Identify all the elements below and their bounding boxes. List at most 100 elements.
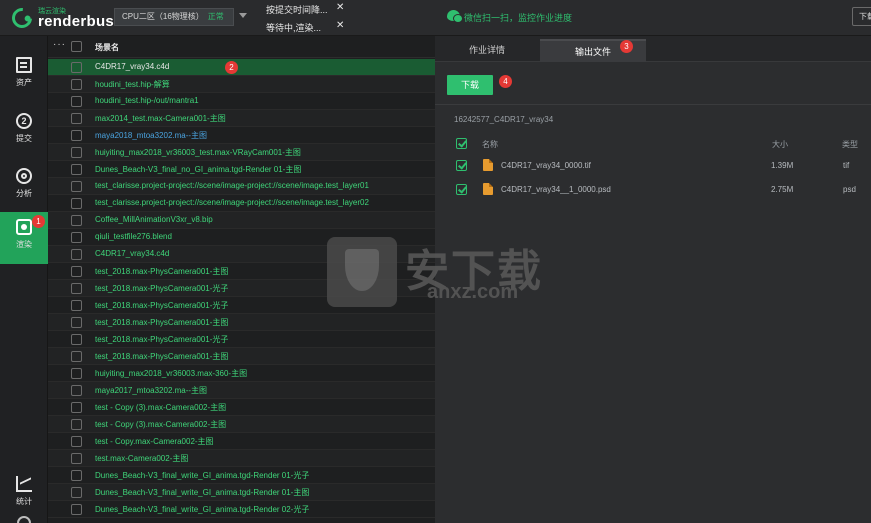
row-checkbox[interactable] xyxy=(71,283,82,294)
row-checkbox[interactable] xyxy=(71,96,82,107)
table-row[interactable]: test - Copy.max-Camera002-主图 xyxy=(48,433,435,450)
row-checkbox[interactable] xyxy=(71,351,82,362)
region-status: 正常 xyxy=(207,12,224,21)
scene-name: Dunes_Beach-V3_final_write_GI_anima.tgd-… xyxy=(95,505,310,514)
row-checkbox[interactable] xyxy=(71,79,82,90)
row-checkbox[interactable] xyxy=(71,453,82,464)
scene-name: max2014_test.max-Camera001-主图 xyxy=(95,114,226,123)
table-row[interactable]: houdini_test.hip-解算 xyxy=(48,76,435,93)
row-checkbox[interactable] xyxy=(71,470,82,481)
row-checkbox[interactable] xyxy=(71,436,82,447)
select-all-checkbox[interactable] xyxy=(71,41,82,52)
file-icon xyxy=(483,159,493,171)
row-checkbox[interactable] xyxy=(71,232,82,243)
file-row[interactable]: C4DR17_vray34__1_0000.psd 2.75M psd xyxy=(447,179,871,201)
sidebar-item-stats[interactable]: 统计 xyxy=(0,469,48,521)
column-type: 类型 xyxy=(842,140,858,149)
sidebar-item-assets[interactable]: 资产 xyxy=(0,50,48,102)
row-checkbox[interactable] xyxy=(71,62,82,73)
watermark: 安下载 anxz.com xyxy=(327,237,557,307)
files-header: 名称 大小 类型 xyxy=(447,135,871,153)
scene-name: test_2018.max-PhysCamera001-光子 xyxy=(95,284,229,293)
table-row[interactable]: test - Copy (3).max-Camera002-主图 xyxy=(48,399,435,416)
job-id-label: 16242577_C4DR17_vray34 xyxy=(454,115,554,124)
row-checkbox[interactable] xyxy=(71,130,82,141)
download-button[interactable]: 下载 xyxy=(447,75,493,95)
row-checkbox[interactable] xyxy=(71,249,82,260)
wechat-icon xyxy=(447,10,463,23)
tab-job-details[interactable]: 作业详情 xyxy=(452,39,522,62)
scene-name: Dunes_Beach-V3_final_no_GI_anima.tgd-Ren… xyxy=(95,165,302,174)
table-row[interactable]: test_clarisse.project-project://scene/im… xyxy=(48,195,435,212)
row-checkbox[interactable] xyxy=(71,198,82,209)
scene-name: test_2018.max-PhysCamera001-主图 xyxy=(95,352,229,361)
table-row[interactable]: huiyiting_max2018_vr36003.max-360-主图 xyxy=(48,365,435,382)
row-checkbox[interactable] xyxy=(71,147,82,158)
table-row[interactable]: maya2018_mtoa3202.ma--主图 xyxy=(48,127,435,144)
region-selector[interactable]: CPU二区（16物理核） 正常 xyxy=(114,8,234,26)
notification-sort[interactable]: 按提交时间降... xyxy=(266,3,328,16)
column-size: 大小 xyxy=(772,140,788,149)
scene-name: Coffee_MillAnimationV3xr_v8.bip xyxy=(95,215,213,224)
chevron-down-icon[interactable] xyxy=(239,13,247,18)
row-checkbox[interactable] xyxy=(71,300,82,311)
table-row[interactable]: test - Copy (3).max-Camera002-主图 xyxy=(48,416,435,433)
row-checkbox[interactable] xyxy=(71,402,82,413)
row-checkbox[interactable] xyxy=(71,181,82,192)
row-checkbox[interactable] xyxy=(71,164,82,175)
callout-badge: 4 xyxy=(499,75,512,88)
table-row[interactable]: Dunes_Beach-V3_final_write_GI_anima.tgd-… xyxy=(48,484,435,501)
table-row[interactable]: houdini_test.hip-/out/mantra1 xyxy=(48,93,435,110)
notification-waiting[interactable]: 等待中,渲染... xyxy=(266,21,321,34)
table-row[interactable]: Coffee_MillAnimationV3xr_v8.bip xyxy=(48,212,435,229)
close-icon[interactable]: ✕ xyxy=(336,2,344,13)
table-row[interactable]: test.max-Camera002-主图 xyxy=(48,450,435,467)
close-icon[interactable]: ✕ xyxy=(336,20,344,31)
sidebar-item-render[interactable]: 渲染 1 xyxy=(0,212,48,264)
select-all-files-checkbox[interactable] xyxy=(456,138,467,149)
shield-icon xyxy=(327,237,397,307)
renderbus-logo-icon xyxy=(7,3,37,33)
row-checkbox[interactable] xyxy=(71,385,82,396)
table-row[interactable]: test_2018.max-PhysCamera001-主图 xyxy=(48,314,435,331)
detail-tabs: 作业详情 输出文件 3 xyxy=(435,36,871,62)
table-row[interactable]: huiyiting_max2018_vr36003_test.max-VRayC… xyxy=(48,144,435,161)
sidebar-item-submit[interactable]: 2 提交 xyxy=(0,106,48,158)
table-row[interactable]: Dunes_Beach-V3_final_no_GI_anima.tgd-Ren… xyxy=(48,161,435,178)
table-row[interactable]: test_2018.max-PhysCamera001-主图 xyxy=(48,348,435,365)
download-client-button[interactable]: 下载 xyxy=(852,7,871,26)
app-window: 瑞云渲染 renderbus CPU二区（16物理核） 正常 按提交时间降... … xyxy=(0,0,871,523)
table-row[interactable]: test_2018.max-PhysCamera001-光子 xyxy=(48,331,435,348)
row-checkbox[interactable] xyxy=(71,334,82,345)
table-row[interactable]: test_clarisse.project-project://scene/im… xyxy=(48,178,435,195)
settings-icon[interactable] xyxy=(17,516,31,523)
row-checkbox[interactable] xyxy=(71,215,82,226)
table-row[interactable]: Dunes_Beach-V3_final_write_GI_anima.tgd-… xyxy=(48,467,435,484)
row-checkbox[interactable] xyxy=(71,487,82,498)
file-checkbox[interactable] xyxy=(456,160,467,171)
sidebar-item-label: 渲染 xyxy=(16,240,32,249)
sidebar-item-label: 统计 xyxy=(16,497,32,506)
sidebar-item-analyze[interactable]: 分析 xyxy=(0,161,48,213)
row-checkbox[interactable] xyxy=(71,317,82,328)
table-row[interactable]: max2014_test.max-Camera001-主图 xyxy=(48,110,435,127)
table-row[interactable]: C4DR17_vray34.c4d xyxy=(48,59,435,76)
scene-name: huiyiting_max2018_vr36003_test.max-VRayC… xyxy=(95,148,301,157)
table-row[interactable]: Dunes_Beach-V3_final_write_GI_anima.tgd-… xyxy=(48,501,435,518)
file-type: psd xyxy=(843,185,856,194)
row-checkbox[interactable] xyxy=(71,504,82,515)
file-row[interactable]: C4DR17_vray34_0000.tif 1.39M tif xyxy=(447,155,871,177)
row-checkbox[interactable] xyxy=(71,113,82,124)
scene-name: maya2018_mtoa3202.ma--主图 xyxy=(95,131,208,140)
wechat-monitor-link[interactable]: 微信扫一扫，监控作业进度 xyxy=(464,11,572,24)
more-options-icon[interactable]: ··· xyxy=(53,39,66,50)
row-checkbox[interactable] xyxy=(71,368,82,379)
file-checkbox[interactable] xyxy=(456,184,467,195)
row-checkbox[interactable] xyxy=(71,266,82,277)
table-row[interactable]: maya2017_mtoa3202.ma--主图 xyxy=(48,382,435,399)
submit-icon: 2 xyxy=(16,113,32,129)
row-checkbox[interactable] xyxy=(71,419,82,430)
callout-badge: 1 xyxy=(32,215,45,228)
stats-icon xyxy=(16,476,32,492)
document-icon xyxy=(16,57,32,73)
